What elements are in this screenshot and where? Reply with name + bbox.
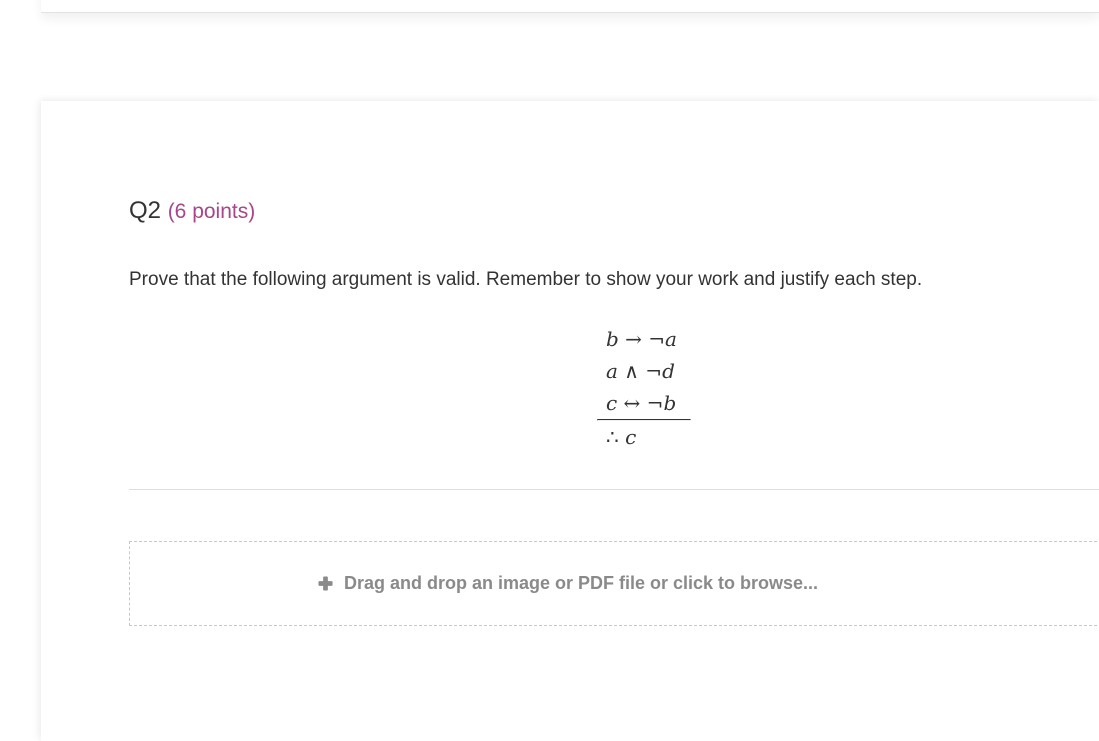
premise-2: a ∧ ¬d bbox=[597, 355, 691, 387]
question-card: Q2 (6 points) Prove that the following a… bbox=[41, 101, 1099, 741]
question-label: Q2 bbox=[129, 197, 162, 224]
premise-1-right: a bbox=[665, 327, 677, 351]
conclusion: ∴ c bbox=[597, 421, 691, 453]
therefore-symbol: ∴ bbox=[606, 425, 626, 449]
upload-prompt: Drag and drop an image or PDF file or cl… bbox=[318, 573, 818, 594]
question-title: Q2 (6 points) bbox=[129, 197, 255, 225]
premise-1-left: b bbox=[606, 327, 619, 351]
premise-3-right: b bbox=[663, 391, 677, 415]
premise-2-operator: ∧ ¬ bbox=[617, 359, 663, 383]
plus-icon bbox=[318, 576, 333, 591]
premise-1-operator: → ¬ bbox=[618, 327, 666, 351]
premise-3-left: c bbox=[606, 391, 618, 415]
premise-1: b → ¬a bbox=[597, 323, 691, 355]
premise-2-right: d bbox=[662, 359, 675, 383]
question-prompt: Prove that the following argument is val… bbox=[129, 269, 923, 290]
upload-label: Drag and drop an image or PDF file or cl… bbox=[343, 573, 819, 593]
file-upload-dropzone[interactable]: Drag and drop an image or PDF file or cl… bbox=[129, 541, 1099, 626]
argument-block: b → ¬a a ∧ ¬d c ↔ ¬b ∴ c bbox=[597, 323, 691, 453]
previous-question-card bbox=[41, 0, 1099, 13]
section-divider bbox=[129, 489, 1099, 490]
conclusion-variable: c bbox=[625, 425, 637, 449]
premise-2-left: a bbox=[606, 359, 618, 383]
question-points: (6 points) bbox=[167, 200, 256, 223]
premise-3: c ↔ ¬b bbox=[597, 387, 691, 419]
premise-3-operator: ↔ ¬ bbox=[617, 391, 664, 415]
